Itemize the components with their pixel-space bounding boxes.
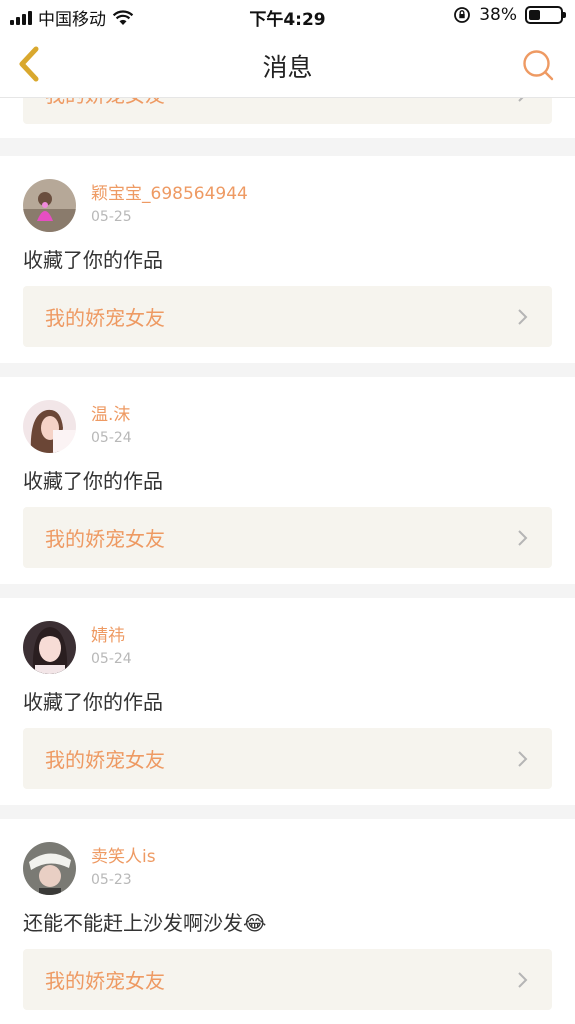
work-title: 我的娇宠女友 <box>45 306 165 330</box>
rotation-lock-icon <box>454 7 471 23</box>
username[interactable]: 婧祎 <box>91 625 132 647</box>
work-title: 我的娇宠女友 <box>45 527 165 551</box>
message-list: 我的娇宠女友 颖宝宝_698564944 05-25 收藏了你的作品 我 <box>0 60 575 1024</box>
date: 05-25 <box>91 209 132 225</box>
work-title: 我的娇宠女友 <box>45 748 165 772</box>
work-link[interactable]: 我的娇宠女友 <box>23 728 552 789</box>
message-text: 收藏了你的作品 <box>23 248 163 272</box>
list-item: 温.沫 05-24 收藏了你的作品 我的娇宠女友 <box>0 377 575 584</box>
message-text: 还能不能赶上沙发啊沙发😂 <box>23 911 267 935</box>
date: 05-24 <box>91 430 132 446</box>
chevron-right-icon <box>518 308 528 325</box>
chevron-right-icon <box>518 750 528 767</box>
list-item: 婧祎 05-24 收藏了你的作品 我的娇宠女友 <box>0 598 575 805</box>
list-item: 颖宝宝_698564944 05-25 收藏了你的作品 我的娇宠女友 <box>0 156 575 363</box>
username[interactable]: 颖宝宝_698564944 <box>91 183 248 205</box>
list-item: 卖笑人is 05-23 还能不能赶上沙发啊沙发😂 我的娇宠女友 <box>0 819 575 1024</box>
work-link[interactable]: 我的娇宠女友 <box>23 286 552 347</box>
message-text: 收藏了你的作品 <box>23 690 163 714</box>
battery-icon <box>525 6 566 24</box>
chevron-right-icon <box>518 529 528 546</box>
date: 05-24 <box>91 651 132 667</box>
battery-percent: 38% <box>479 5 517 25</box>
username[interactable]: 温.沫 <box>91 404 132 426</box>
chevron-right-icon <box>518 971 528 988</box>
avatar[interactable] <box>23 178 76 232</box>
status-bar: 中国移动 下午4:29 38% <box>0 0 575 32</box>
avatar[interactable] <box>23 620 76 674</box>
nav-bar: 消息 <box>0 32 575 98</box>
status-right: 38% <box>453 5 566 25</box>
message-text: 收藏了你的作品 <box>23 469 163 493</box>
page-title: 消息 <box>262 53 313 82</box>
work-link[interactable]: 我的娇宠女友 <box>23 507 552 568</box>
search-icon[interactable] <box>521 48 555 82</box>
avatar[interactable] <box>23 399 76 453</box>
username[interactable]: 卖笑人is <box>91 846 156 868</box>
work-title: 我的娇宠女友 <box>45 969 165 993</box>
date: 05-23 <box>91 872 132 888</box>
avatar[interactable] <box>23 841 76 895</box>
work-link[interactable]: 我的娇宠女友 <box>23 949 552 1010</box>
